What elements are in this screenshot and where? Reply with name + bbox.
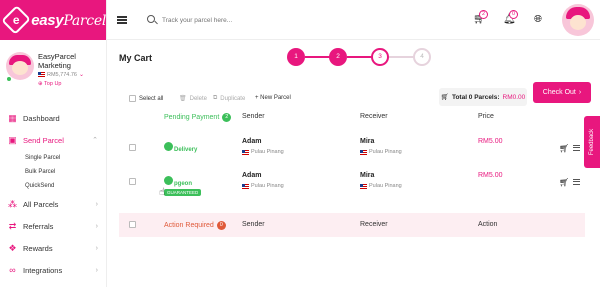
chevron-right-icon: › (95, 222, 98, 230)
add-to-cart-icon[interactable]: 🛒︎ (559, 144, 569, 153)
receiver-location: Pulau Pinang (360, 149, 402, 155)
sidebar-nav: ▦ Dashboard ▣ Send Parcel ⌃ Single Parce… (0, 107, 107, 281)
column-receiver: Receiver (360, 113, 388, 120)
row-menu-icon[interactable] (573, 145, 580, 151)
user-avatar[interactable] (562, 4, 594, 36)
price: RM5.00 (478, 172, 503, 179)
checkout-button[interactable]: Check Out › (533, 82, 591, 103)
table-row[interactable]: Delivery Adam Pulau Pinang Mira Pulau Pi… (119, 135, 585, 169)
sidebar: e easyParcel EasyParcel Marketing RM5,77… (0, 0, 107, 287)
row-checkbox[interactable] (129, 178, 136, 185)
row-checkbox[interactable] (129, 144, 136, 151)
link-icon: ∞ (9, 264, 16, 275)
sidebar-item-rewards[interactable]: ❖ Rewards › (0, 237, 107, 259)
new-parcel-button[interactable]: + New Parcel (255, 95, 291, 101)
delete-button[interactable]: 🗑︎ Delete (179, 95, 207, 103)
column-sender: Sender (242, 113, 265, 120)
feedback-tab[interactable]: Feedback (584, 116, 600, 168)
main-content: My Cart 1 2 3 4 Select all 🗑︎ Delete ⧉ D… (107, 40, 600, 287)
dashboard-icon: ▦ (8, 112, 17, 123)
search-icon (147, 15, 155, 23)
step-2: 2 (329, 48, 347, 66)
page-title: My Cart (119, 53, 153, 63)
sidebar-item-integrations[interactable]: ∞ Integrations › (0, 259, 107, 281)
referrals-icon: ⇄ (8, 220, 17, 231)
chevron-down-icon: ⌄ (78, 72, 84, 78)
courier-logo: Delivery (164, 138, 204, 166)
balance[interactable]: RM5,774.76 ⌄ (38, 71, 84, 78)
sender-location: Pulau Pinang (242, 149, 284, 155)
parcels-icon: ⁂ (8, 198, 17, 209)
step-4: 4 (413, 48, 431, 66)
trash-icon: 🗑︎ (179, 96, 187, 102)
chevron-up-icon: ⌃ (92, 137, 98, 144)
sender-location: Pulau Pinang (242, 183, 284, 189)
sidebar-item-all-parcels[interactable]: ⁂ All Parcels › (0, 193, 107, 215)
topup-link[interactable]: ⊕ Top Up (38, 81, 61, 87)
track-parcel-input[interactable] (162, 13, 362, 27)
pending-count-badge: 2 (222, 113, 232, 122)
step-3: 3 (371, 48, 389, 66)
receiver-location: Pulau Pinang (360, 183, 402, 189)
column-sender: Sender (242, 221, 265, 228)
chevron-right-icon: › (95, 266, 98, 274)
balance-amount: RM5,774.76 (47, 71, 77, 78)
add-to-cart-icon[interactable]: 🛒︎ (559, 178, 569, 187)
select-all-checkbox[interactable] (129, 95, 136, 102)
sender-name: Adam (242, 172, 262, 179)
column-action: Action (478, 221, 498, 228)
duplicate-button[interactable]: ⧉ Duplicate (213, 95, 245, 102)
action-checkbox[interactable] (129, 221, 136, 228)
cart-count-badge: 2 (479, 10, 488, 19)
chevron-right-icon: › (95, 244, 98, 252)
gift-icon: ❖ (8, 242, 17, 253)
cart-icon[interactable]: 🛒︎ 2 (473, 10, 488, 25)
logo[interactable]: e easyParcel (0, 0, 106, 40)
bell-icon[interactable]: 🔔︎ 0 (503, 10, 518, 25)
malaysia-flag-icon (38, 72, 45, 77)
action-count-badge: 0 (216, 221, 226, 230)
action-required-label: Action Required 0 (164, 221, 226, 230)
table-row[interactable]: pgeon GUARANTEED Adam Pulau Pinang Mira … (119, 169, 585, 203)
menu-toggle-icon[interactable] (117, 16, 127, 24)
logo-text: easyParcel (31, 11, 106, 29)
online-status-icon (6, 76, 12, 82)
sidebar-item-send-parcel[interactable]: ▣ Send Parcel ⌃ (0, 129, 107, 151)
cart-icon: 🛒︎ (440, 94, 449, 101)
total-summary: 🛒︎ Total 0 Parcels: RM0.00 (439, 88, 527, 106)
app-root: e easyParcel EasyParcel Marketing RM5,77… (0, 0, 600, 287)
pending-table-header: Pending Payment 2 Sender Receiver Price (119, 109, 585, 127)
price: RM5.00 (478, 138, 503, 145)
sidebar-item-referrals[interactable]: ⇄ Referrals › (0, 215, 107, 237)
sender-name: Adam (242, 138, 262, 145)
notification-count-badge: 0 (509, 10, 518, 19)
top-header: 🛒︎ 2 🔔︎ 0 🌐︎ (107, 0, 600, 40)
copy-icon: ⧉ (213, 95, 218, 101)
receiver-name: Mira (360, 172, 375, 179)
send-icon: ▣ (8, 134, 17, 145)
select-all[interactable]: Select all (129, 95, 163, 102)
guaranteed-badge: GUARANTEED (164, 189, 202, 196)
column-price: Price (478, 113, 494, 120)
logo-mark-icon: e (1, 5, 32, 35)
chevron-right-icon: › (578, 89, 582, 96)
pending-payment-label: Pending Payment 2 (164, 113, 232, 122)
action-required-header: Action Required 0 Sender Receiver Action (119, 213, 585, 237)
step-1: 1 (287, 48, 305, 66)
chevron-right-icon: › (95, 200, 98, 208)
globe-icon[interactable]: 🌐︎ (534, 14, 542, 25)
row-menu-icon[interactable] (573, 179, 580, 185)
sidebar-subitem-bulk-parcel[interactable]: Bulk Parcel (0, 165, 107, 179)
sidebar-subitem-quicksend[interactable]: QuickSend (0, 179, 107, 193)
sidebar-subitem-single-parcel[interactable]: Single Parcel (0, 151, 107, 165)
checkout-stepper: 1 2 3 4 (287, 46, 447, 68)
column-receiver: Receiver (360, 221, 388, 228)
mouse-cursor-icon: ☝︎ (159, 187, 166, 198)
profile-card: EasyParcel Marketing RM5,774.76 ⌄ ⊕ Top … (0, 40, 106, 96)
sidebar-item-dashboard[interactable]: ▦ Dashboard (0, 107, 107, 129)
receiver-name: Mira (360, 138, 375, 145)
profile-name: EasyParcel Marketing (38, 52, 76, 70)
